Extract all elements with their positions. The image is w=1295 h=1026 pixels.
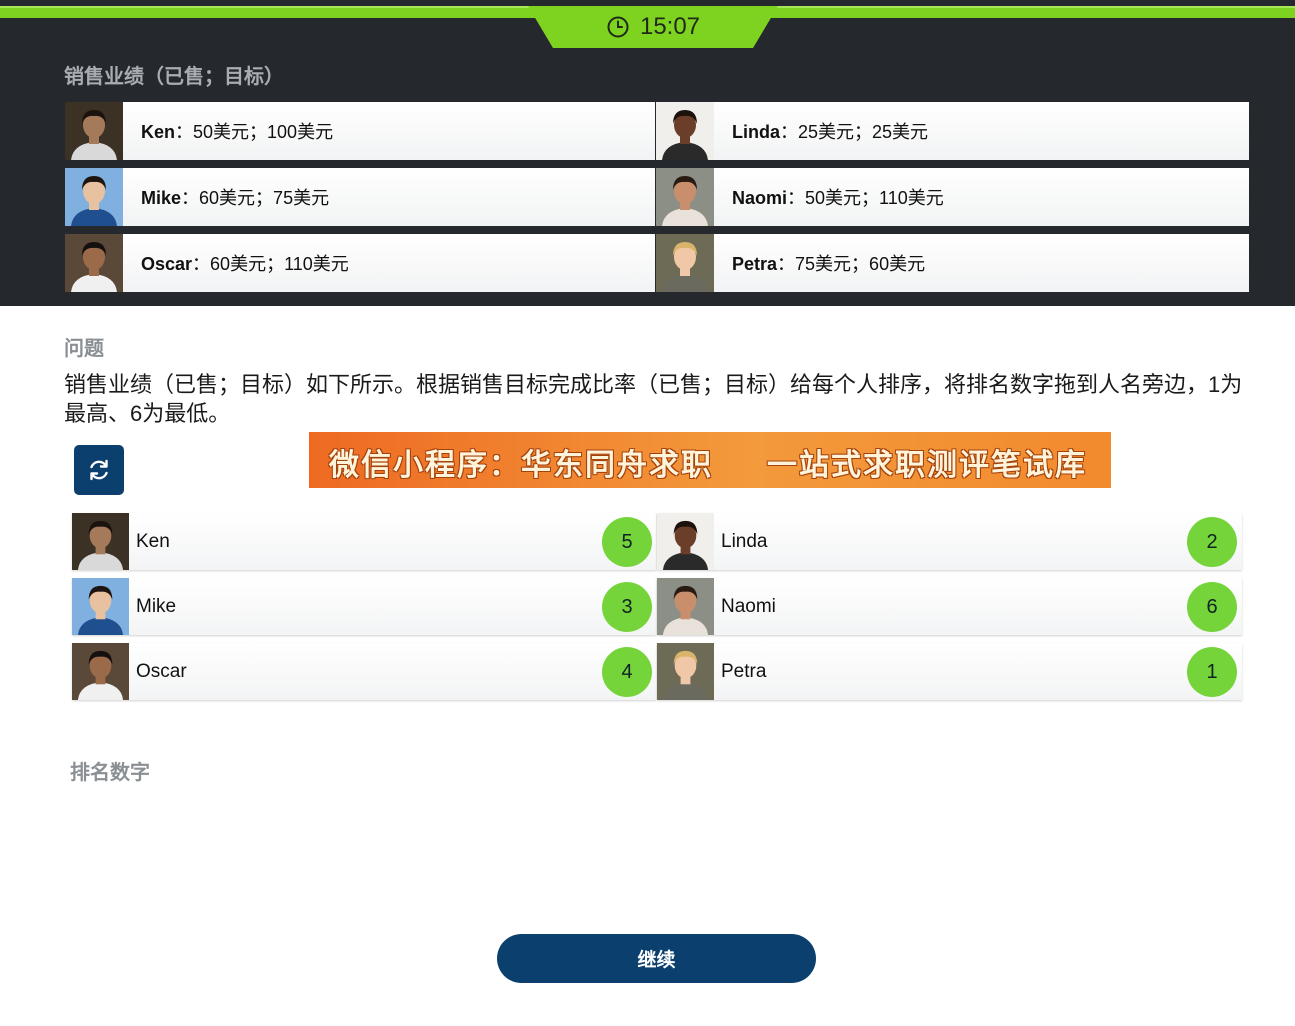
question-text: 销售业绩（已售；目标）如下所示。根据销售目标完成比率（已售；目标）给每个人排序，… — [64, 372, 1243, 426]
clock-icon — [607, 16, 629, 38]
performance-card-mike: Mike：60美元；75美元 — [65, 168, 655, 226]
person-name: Mike — [136, 595, 177, 617]
performance-row: Mike：60美元；75美元 Naomi：50美元；110美元 — [65, 168, 1249, 226]
avatar-mike — [65, 168, 123, 226]
avatar-oscar — [72, 643, 129, 700]
avatar-mike — [72, 578, 129, 635]
rank-badge[interactable]: 1 — [1187, 647, 1237, 697]
person-name: Ken — [136, 530, 170, 552]
rank-badge[interactable]: 5 — [602, 517, 652, 567]
avatar-oscar — [65, 234, 123, 292]
performance-card-naomi: Naomi：50美元；110美元 — [656, 168, 1249, 226]
avatar-naomi — [657, 578, 714, 635]
refresh-icon — [90, 459, 108, 481]
performance-row: Oscar：60美元；110美元 Petra：75美元；60美元 — [65, 234, 1249, 292]
performance-card-linda: Linda：25美元；25美元 — [656, 102, 1249, 160]
rank-badge[interactable]: 2 — [1187, 517, 1237, 567]
ranking-card-mike: Mike 3 — [72, 578, 656, 635]
timer: 15:07 — [528, 6, 778, 48]
performance-card-petra: Petra：75美元；60美元 — [656, 234, 1249, 292]
avatar-linda — [657, 513, 714, 570]
avatar-linda — [656, 102, 714, 160]
ranking-row: Oscar 4 Petra 1 — [72, 643, 1242, 700]
sales-detail: ：75美元；60美元 — [777, 254, 926, 274]
avatar-ken — [65, 102, 123, 160]
promo-banner: 微信小程序：华东同舟求职 一站式求职测评笔试库 — [309, 432, 1111, 488]
person-name: Oscar — [136, 660, 187, 682]
person-name: Ken — [141, 122, 176, 142]
reset-button[interactable] — [74, 445, 124, 495]
person-name: Naomi — [721, 595, 776, 617]
avatar-petra — [657, 643, 714, 700]
sales-detail: ：50美元；100美元 — [175, 122, 334, 142]
ranking-card-linda: Linda 2 — [657, 513, 1242, 570]
performance-row: Ken：50美元；100美元 Linda：25美元；25美元 — [65, 102, 1249, 160]
person-name: Mike — [141, 188, 182, 208]
person-name: Petra — [721, 660, 767, 682]
rank-numbers-title: 排名数字 — [70, 760, 150, 784]
sales-detail: ：25美元；25美元 — [780, 122, 929, 142]
sales-detail: ：60美元；75美元 — [181, 188, 330, 208]
performance-grid: Ken：50美元；100美元 Linda：25美元；25美元 Mike：60美元… — [65, 102, 1249, 300]
performance-card-oscar: Oscar：60美元；110美元 — [65, 234, 655, 292]
question-title: 问题 — [64, 336, 104, 360]
banner-text-1: 微信小程序：华东同舟求职 — [329, 448, 713, 483]
person-name: Linda — [732, 122, 780, 142]
ranking-card-petra: Petra 1 — [657, 643, 1242, 700]
ranking-card-ken: Ken 5 — [72, 513, 656, 570]
rank-badge[interactable]: 4 — [602, 647, 652, 697]
performance-panel: 15:07 销售业绩（已售；目标） Ken：50美元；100美元 Linda：2… — [0, 0, 1295, 306]
banner-text-2: 一站式求职测评笔试库 — [767, 448, 1087, 483]
ranking-grid: Ken 5 Linda 2 Mike 3 Naomi 6 Oscar 4 Pet… — [72, 513, 1242, 708]
avatar-ken — [72, 513, 129, 570]
sales-detail: ：50美元；110美元 — [787, 188, 944, 208]
performance-title: 销售业绩（已售；目标） — [64, 64, 284, 88]
continue-button[interactable]: 继续 — [497, 934, 816, 983]
person-name: Oscar — [141, 254, 193, 274]
rank-badge[interactable]: 6 — [1187, 582, 1237, 632]
performance-card-ken: Ken：50美元；100美元 — [65, 102, 655, 160]
person-name: Petra — [732, 254, 778, 274]
sales-detail: ：60美元；110美元 — [192, 254, 349, 274]
person-name: Naomi — [732, 188, 788, 208]
person-name: Linda — [721, 530, 768, 552]
ranking-row: Ken 5 Linda 2 — [72, 513, 1242, 570]
ranking-row: Mike 3 Naomi 6 — [72, 578, 1242, 635]
rank-badge[interactable]: 3 — [602, 582, 652, 632]
avatar-petra — [656, 234, 714, 292]
ranking-card-oscar: Oscar 4 — [72, 643, 656, 700]
timer-value: 15:07 — [639, 13, 701, 40]
avatar-naomi — [656, 168, 714, 226]
ranking-card-naomi: Naomi 6 — [657, 578, 1242, 635]
